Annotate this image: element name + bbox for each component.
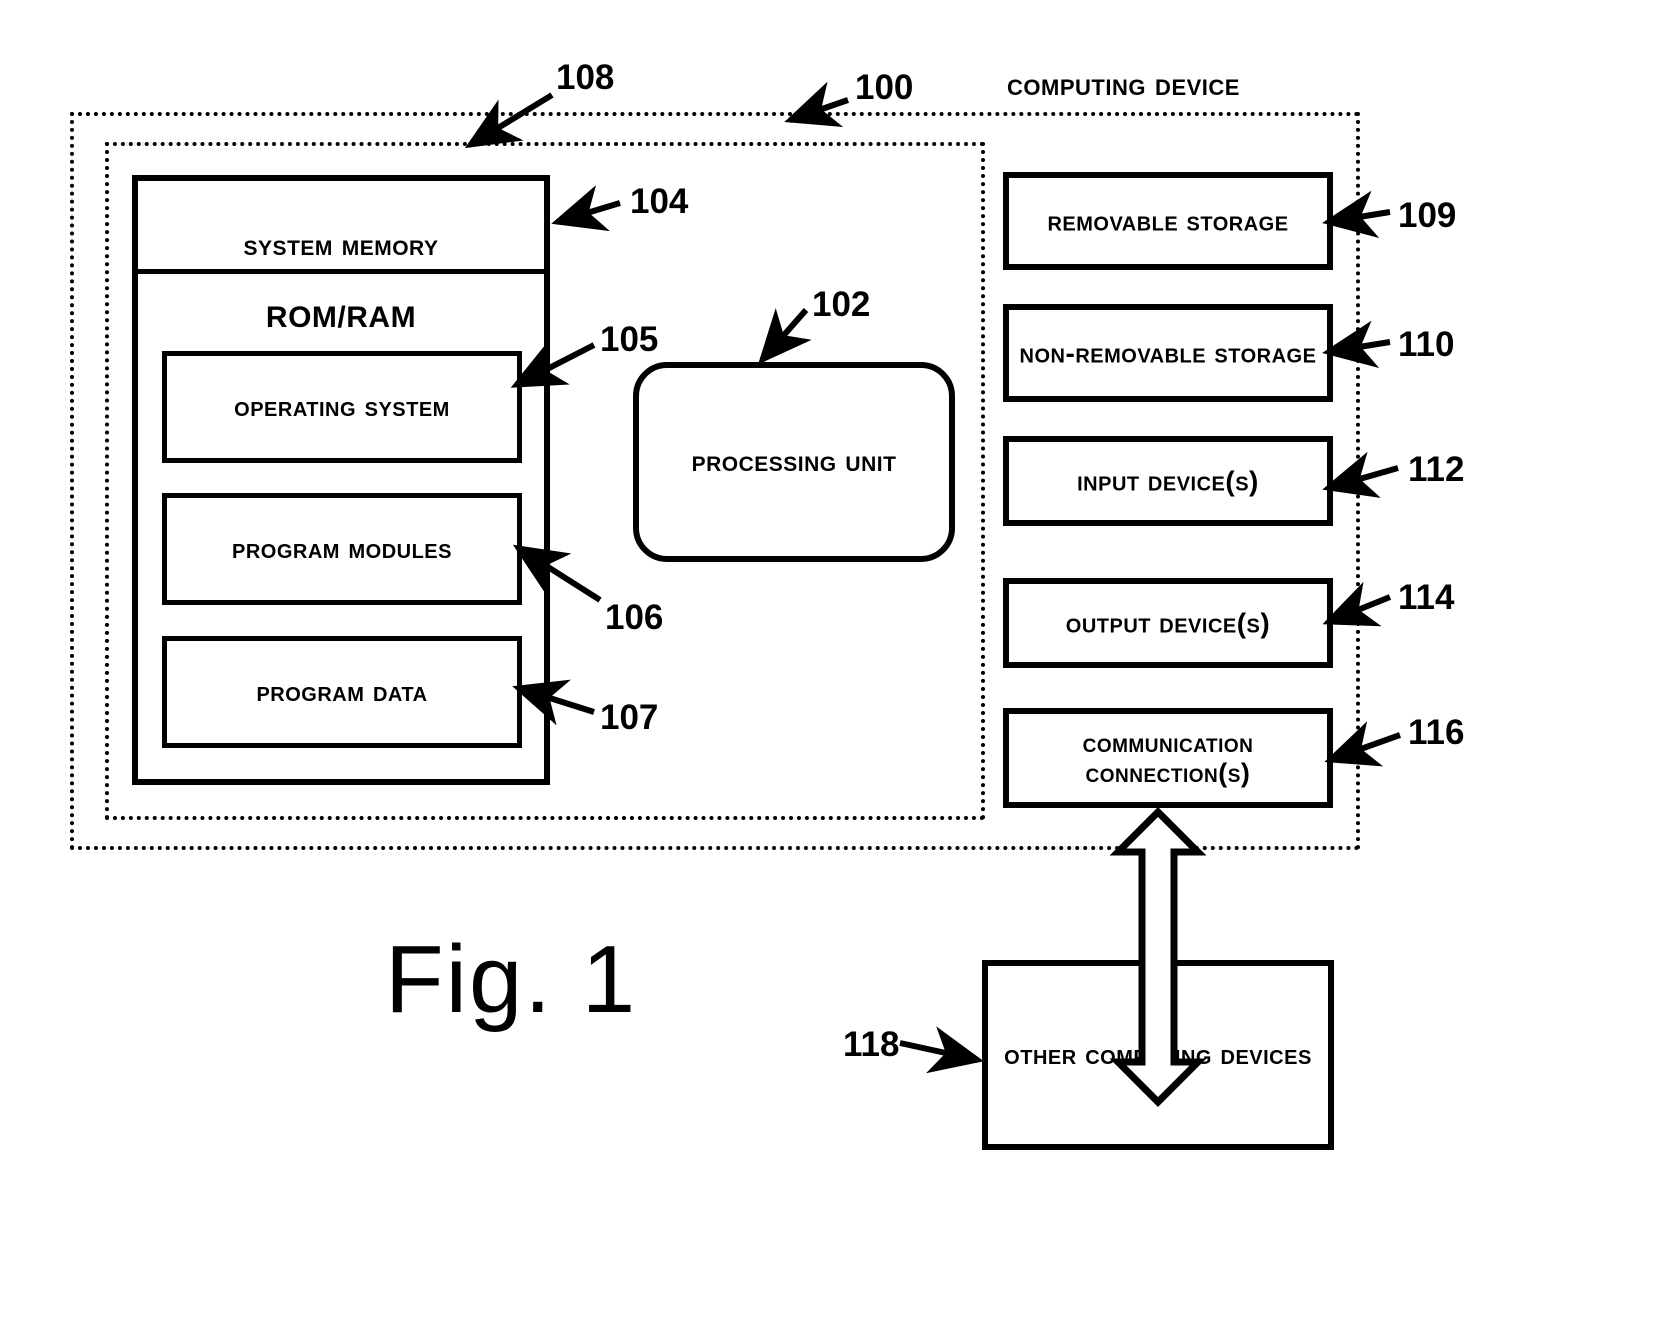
ref-112: 112 bbox=[1408, 450, 1465, 489]
non-removable-storage-box: Non-Removable Storage bbox=[1003, 304, 1333, 402]
communication-connections-label: Communication Connection(s) bbox=[1082, 727, 1254, 788]
ref-102: 102 bbox=[812, 285, 871, 324]
ref-105: 105 bbox=[600, 320, 659, 359]
ref-108: 108 bbox=[556, 58, 615, 97]
ref-104: 104 bbox=[630, 182, 689, 221]
patent-figure-canvas: System Memory ROM/RAM Operating System P… bbox=[0, 0, 1674, 1319]
output-devices-box: Output Device(s) bbox=[1003, 578, 1333, 668]
program-data-label: Program Data bbox=[256, 675, 428, 708]
leader-118 bbox=[899, 1026, 984, 1074]
system-memory-box: System Memory ROM/RAM Operating System P… bbox=[132, 175, 550, 785]
non-removable-storage-label: Non-Removable Storage bbox=[1019, 337, 1317, 369]
program-modules-label: Program Modules bbox=[231, 532, 452, 565]
input-devices-label: Input Device(s) bbox=[1077, 465, 1259, 497]
ref-106: 106 bbox=[605, 598, 664, 637]
program-data-box: Program Data bbox=[162, 636, 522, 748]
processing-unit-box: Processing Unit bbox=[633, 362, 955, 562]
system-memory-title: System Memory bbox=[243, 229, 439, 262]
ref-100: 100 bbox=[855, 68, 914, 107]
processing-unit-label: Processing Unit bbox=[691, 445, 897, 479]
ref-116: 116 bbox=[1408, 713, 1465, 752]
figure-title: Fig. 1 bbox=[385, 926, 638, 1033]
system-memory-divider bbox=[138, 269, 544, 274]
ref-114: 114 bbox=[1398, 578, 1455, 617]
ref-109: 109 bbox=[1398, 196, 1457, 235]
program-modules-box: Program Modules bbox=[162, 493, 522, 605]
communication-connections-box: Communication Connection(s) bbox=[1003, 708, 1333, 808]
output-devices-label: Output Device(s) bbox=[1065, 607, 1271, 639]
input-devices-box: Input Device(s) bbox=[1003, 436, 1333, 526]
other-computing-devices-box: Other Computing Devices bbox=[982, 960, 1334, 1150]
ref-107: 107 bbox=[600, 698, 659, 737]
rom-ram-label: ROM/RAM bbox=[265, 301, 417, 334]
other-computing-devices-label: Other Computing Devices bbox=[1004, 1038, 1312, 1071]
ref-110: 110 bbox=[1398, 325, 1455, 364]
removable-storage-label: Removable Storage bbox=[1047, 205, 1289, 237]
computing-device-caption: Computing Device bbox=[1007, 67, 1240, 102]
removable-storage-box: Removable Storage bbox=[1003, 172, 1333, 270]
ref-118: 118 bbox=[843, 1025, 900, 1064]
operating-system-box: Operating System bbox=[162, 351, 522, 463]
operating-system-label: Operating System bbox=[234, 390, 450, 423]
